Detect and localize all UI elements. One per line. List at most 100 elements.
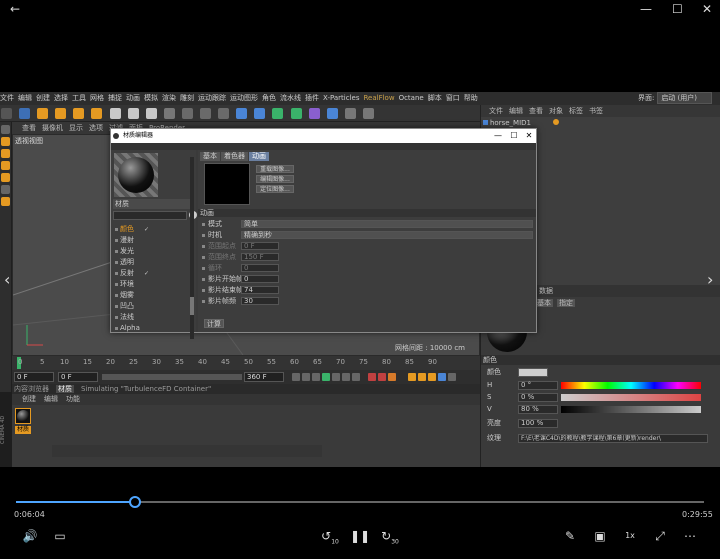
polygon-mode-icon[interactable] bbox=[1, 173, 10, 182]
mat-menu-edit[interactable]: 编辑 bbox=[44, 395, 58, 403]
saturation-slider[interactable] bbox=[561, 394, 701, 401]
goto-start-icon[interactable] bbox=[292, 373, 300, 381]
render-icon[interactable] bbox=[200, 108, 212, 119]
vp-menu-camera[interactable]: 摄像机 bbox=[42, 124, 63, 132]
saturation-field[interactable]: 0 % bbox=[518, 393, 558, 402]
point-mode-icon[interactable] bbox=[1, 149, 10, 158]
render-view-icon[interactable] bbox=[181, 108, 193, 119]
timing-select[interactable]: 精确到秒 bbox=[241, 231, 533, 239]
dialog-close-icon[interactable]: ✕ bbox=[522, 129, 536, 143]
menu-plugins[interactable]: 插件 bbox=[305, 94, 319, 102]
value-slider[interactable] bbox=[561, 406, 701, 413]
obj-menu-view[interactable]: 查看 bbox=[529, 107, 543, 115]
tab-animation[interactable]: 动画 bbox=[249, 152, 269, 161]
tab-basic[interactable]: 基本 bbox=[200, 152, 220, 161]
object-name[interactable]: horse_MID1 bbox=[490, 119, 531, 127]
menu-render[interactable]: 渲染 bbox=[162, 94, 176, 102]
render-settings-icon[interactable] bbox=[218, 108, 230, 119]
move-tool-icon[interactable] bbox=[19, 108, 31, 119]
value-field[interactable]: 80 % bbox=[518, 405, 558, 414]
menu-pipeline[interactable]: 流水线 bbox=[280, 94, 301, 102]
scene-icon[interactable] bbox=[326, 108, 338, 119]
pause-icon[interactable]: ❚❚ bbox=[350, 529, 370, 543]
light-icon[interactable] bbox=[362, 108, 374, 119]
pos-key-icon[interactable] bbox=[408, 373, 416, 381]
keyframe-sel-icon[interactable] bbox=[388, 373, 396, 381]
timing-row[interactable]: 时机 精确到秒 bbox=[198, 230, 536, 240]
scale-key-icon[interactable] bbox=[418, 373, 426, 381]
menu-mesh[interactable]: 网格 bbox=[90, 94, 104, 102]
channel-reflectance[interactable]: 反射 ✓ bbox=[115, 268, 195, 279]
play-icon[interactable] bbox=[322, 373, 330, 381]
frame-range-slider[interactable] bbox=[102, 374, 242, 380]
menu-edit[interactable]: 编辑 bbox=[18, 94, 32, 102]
pen-icon[interactable] bbox=[254, 108, 266, 119]
menu-octane[interactable]: Octane bbox=[399, 94, 424, 102]
brightness-row[interactable]: 亮度 100 % bbox=[481, 418, 720, 429]
tab-content-browser[interactable]: 内容浏览器 bbox=[12, 385, 51, 393]
skip-forward-icon[interactable]: ↻30 bbox=[380, 529, 400, 549]
channel-diffusion[interactable]: 漫射 bbox=[115, 235, 195, 246]
dialog-minimize-icon[interactable]: — bbox=[491, 129, 505, 143]
mat-menu-function[interactable]: 功能 bbox=[66, 395, 80, 403]
frame-start-field[interactable]: 0 F bbox=[14, 372, 54, 382]
goto-end-icon[interactable] bbox=[352, 373, 360, 381]
select-tool-icon[interactable] bbox=[37, 108, 49, 119]
attr-tab-basic[interactable]: 基本 bbox=[535, 299, 553, 307]
undo-icon[interactable] bbox=[1, 108, 12, 119]
channel-color[interactable]: 颜色 ✓ bbox=[115, 224, 195, 235]
menu-xparticles[interactable]: X-Particles bbox=[323, 94, 359, 102]
attr-tab-assign[interactable]: 指定 bbox=[557, 299, 575, 307]
texture-row[interactable]: 纹理 F:\E\老课C4D\的教程\教学课程\第6章(更新)render\ bbox=[481, 433, 720, 444]
hue-slider[interactable] bbox=[561, 382, 701, 389]
vp-menu-view[interactable]: 查看 bbox=[22, 124, 36, 132]
reload-image-button[interactable]: 重载图像... bbox=[256, 165, 294, 173]
movie-end-field[interactable]: 74 bbox=[241, 286, 279, 294]
material-item-name[interactable]: 材质 bbox=[15, 426, 31, 434]
prev-arrow-icon[interactable]: ‹ bbox=[4, 270, 10, 289]
color-swatch-row[interactable]: 颜色 bbox=[481, 367, 720, 378]
channel-fog[interactable]: 烟雾 bbox=[115, 290, 195, 301]
channel-normal[interactable]: 法线 bbox=[115, 312, 195, 323]
menu-help[interactable]: 帮助 bbox=[464, 94, 478, 102]
dialog-maximize-icon[interactable]: ☐ bbox=[507, 129, 521, 143]
tab-shader[interactable]: 着色器 bbox=[221, 152, 248, 161]
vp-menu-display[interactable]: 显示 bbox=[69, 124, 83, 132]
channel-environment[interactable]: 环境 bbox=[115, 279, 195, 290]
pla-key-icon[interactable] bbox=[448, 373, 456, 381]
menu-create[interactable]: 创建 bbox=[36, 94, 50, 102]
menu-snap[interactable]: 捕捉 bbox=[108, 94, 122, 102]
channel-luminance[interactable]: 发光 bbox=[115, 246, 195, 257]
subtitles-icon[interactable]: ▭ bbox=[50, 529, 70, 543]
model-mode-icon[interactable] bbox=[1, 125, 10, 134]
menu-character[interactable]: 角色 bbox=[262, 94, 276, 102]
obj-menu-object[interactable]: 对象 bbox=[549, 107, 563, 115]
autokey-icon[interactable] bbox=[378, 373, 386, 381]
menu-realflow[interactable]: RealFlow bbox=[363, 94, 394, 102]
edit-image-button[interactable]: 编辑图像... bbox=[256, 175, 294, 183]
record-icon[interactable] bbox=[368, 373, 376, 381]
param-key-icon[interactable] bbox=[438, 373, 446, 381]
locate-image-button[interactable]: 定位图像... bbox=[256, 185, 294, 193]
seek-bar-knob[interactable] bbox=[129, 496, 142, 508]
next-frame-icon[interactable] bbox=[332, 373, 340, 381]
mode-row[interactable]: 模式 简单 bbox=[198, 219, 536, 229]
menu-simulate[interactable]: 模拟 bbox=[144, 94, 158, 102]
camera-icon[interactable] bbox=[344, 108, 356, 119]
material-thumbnail[interactable] bbox=[15, 408, 31, 424]
volume-icon[interactable]: 🔊 bbox=[20, 529, 40, 543]
menu-script[interactable]: 脚本 bbox=[428, 94, 442, 102]
saturation-row[interactable]: S 0 % bbox=[481, 392, 720, 403]
tab-material[interactable]: 材质 bbox=[56, 385, 74, 393]
calculate-button[interactable]: 计算 bbox=[204, 319, 224, 328]
menu-select[interactable]: 选择 bbox=[54, 94, 68, 102]
scrollbar-thumb[interactable] bbox=[190, 297, 194, 315]
frame-end-field[interactable]: 360 F bbox=[244, 372, 284, 382]
obj-menu-bookmarks[interactable]: 书签 bbox=[589, 107, 603, 115]
add-tool-icon[interactable] bbox=[91, 108, 103, 119]
brightness-field[interactable]: 100 % bbox=[518, 419, 558, 428]
next-key-icon[interactable] bbox=[342, 373, 350, 381]
obj-menu-tags[interactable]: 标签 bbox=[569, 107, 583, 115]
material-tag-icon[interactable] bbox=[553, 119, 560, 125]
obj-menu-file[interactable]: 文件 bbox=[489, 107, 503, 115]
